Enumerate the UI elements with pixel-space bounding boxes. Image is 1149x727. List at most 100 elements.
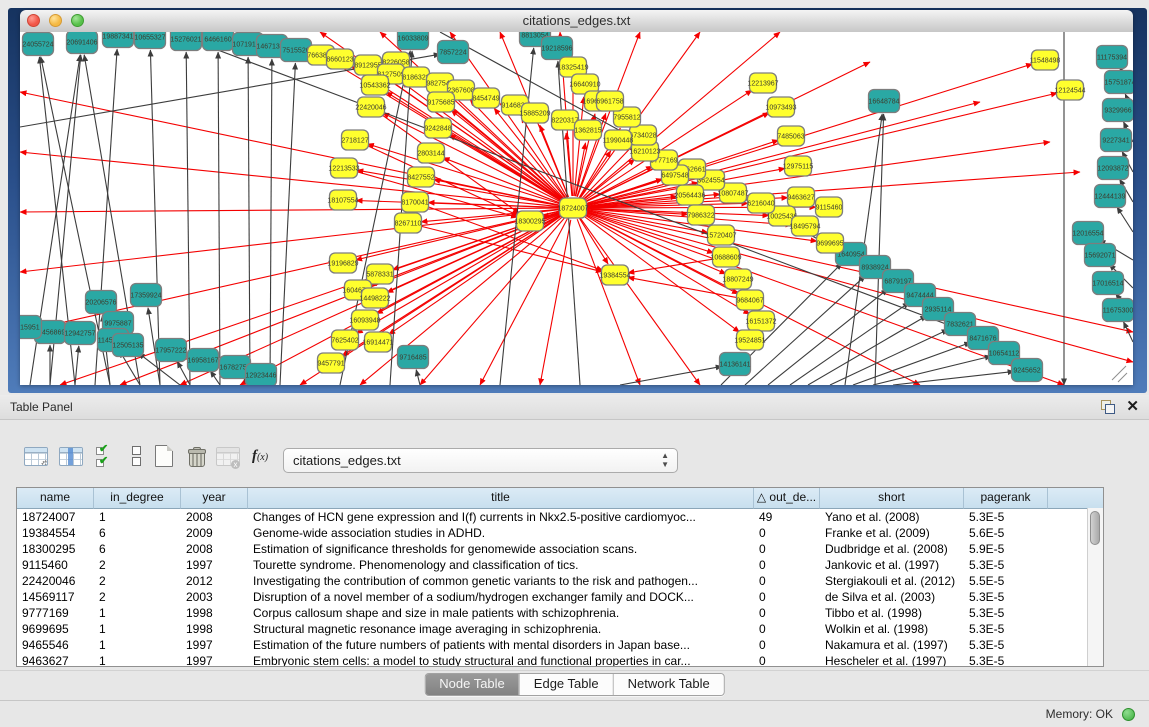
graph-node[interactable]: 2718127 (341, 130, 368, 150)
graph-node[interactable]: 17957222 (155, 339, 186, 362)
window-titlebar[interactable]: citations_edges.txt (20, 10, 1133, 33)
table-row[interactable]: 1872400712008Changes of HCN gene express… (17, 509, 1103, 525)
table-row[interactable]: 977716911998Corpus callosum shape and si… (17, 605, 1103, 621)
graph-node[interactable]: 7857224 (438, 41, 469, 64)
hide-columns-button[interactable] (122, 443, 150, 469)
graph-node[interactable]: 12942757 (64, 322, 95, 345)
table-row[interactable]: 1938455462009Genome-wide association stu… (17, 525, 1103, 541)
graph-node[interactable]: 19887341 (102, 32, 133, 48)
graph-node[interactable]: 8454749 (472, 88, 499, 108)
column-header-name[interactable]: name (17, 488, 94, 509)
graph-node[interactable]: 8267110 (395, 213, 422, 233)
column-header-pagerank[interactable]: pagerank (964, 488, 1048, 509)
graph-node[interactable]: 18724007 (557, 198, 588, 218)
graph-node[interactable]: 8660123 (326, 49, 353, 69)
column-header-short[interactable]: short (820, 488, 964, 509)
graph-node[interactable]: 18300295 (514, 211, 545, 231)
graph-node[interactable]: 12505135 (112, 334, 143, 357)
graph-node[interactable]: 16958167 (187, 349, 218, 372)
graph-node[interactable]: 15720407 (705, 225, 736, 245)
table-row[interactable]: 969969511998Structural magnetic resonanc… (17, 621, 1103, 637)
graph-node[interactable]: 9115460 (816, 197, 843, 217)
graph-node[interactable]: 11175394 (1097, 46, 1128, 69)
column-header-in_degree[interactable]: in_degree (94, 488, 181, 509)
graph-node[interactable]: 22420046 (355, 97, 386, 117)
graph-node[interactable]: 9245652 (1012, 359, 1043, 382)
graph-node[interactable]: 16914471 (362, 332, 393, 352)
graph-node[interactable]: 7625402 (331, 330, 358, 350)
network-canvas[interactable]: 2405572420691406198873411065532715276021… (20, 32, 1133, 385)
zoom-window-icon[interactable] (71, 14, 84, 27)
graph-node[interactable]: 2803144 (417, 143, 444, 163)
graph-node[interactable]: 12923446 (245, 364, 276, 386)
graph-node[interactable]: 16033809 (397, 32, 428, 50)
graph-node[interactable]: 12213967 (747, 73, 778, 93)
float-panel-icon[interactable] (1101, 400, 1115, 414)
import-table-button[interactable]: x (214, 443, 242, 469)
column-header-title[interactable]: title (248, 488, 754, 509)
graph-node[interactable]: 18807249 (722, 269, 753, 289)
delete-table-button[interactable] (182, 443, 210, 469)
graph-node[interactable]: 20691406 (66, 32, 97, 54)
graph-node[interactable]: 6216040 (747, 193, 774, 213)
graph-node[interactable]: 9716485 (398, 346, 429, 369)
graph-node[interactable]: 9457791 (317, 353, 344, 373)
graph-node[interactable]: 19218596 (541, 37, 572, 60)
graph-node[interactable]: 12016554 (1072, 222, 1103, 245)
minimize-window-icon[interactable] (49, 14, 62, 27)
close-window-icon[interactable] (27, 14, 40, 27)
graph-node[interactable]: 12124544 (1054, 80, 1085, 100)
graph-node[interactable]: 7485063 (777, 126, 804, 146)
table-row[interactable]: 946362711997Embryonic stem cells: a mode… (17, 653, 1103, 667)
table-row[interactable]: 1830029562008Estimation of significance … (17, 541, 1103, 557)
graph-node[interactable]: 5878331 (366, 264, 393, 284)
graph-node[interactable]: 9463627 (787, 187, 814, 207)
graph-node[interactable]: 12213533 (328, 158, 359, 178)
graph-node[interactable]: 17359924 (130, 284, 161, 307)
table-row[interactable]: 1456911722003Disruption of a novel membe… (17, 589, 1103, 605)
graph-node[interactable]: 7986322 (687, 205, 714, 225)
graph-node[interactable]: 12444139 (1094, 185, 1125, 208)
show-columns-button[interactable] (57, 443, 85, 469)
graph-node[interactable]: 9175685 (427, 92, 454, 112)
graph-node[interactable]: 9699695 (816, 233, 843, 253)
graph-node[interactable]: 15692071 (1084, 244, 1115, 267)
graph-node[interactable]: 10973493 (765, 97, 796, 117)
graph-node[interactable]: 18107554 (327, 190, 358, 210)
graph-node[interactable]: 16648784 (868, 90, 899, 113)
graph-node[interactable]: 15276021 (170, 32, 201, 51)
graph-node[interactable]: 15751874 (1104, 71, 1133, 94)
graph-node[interactable]: 8427552 (407, 167, 434, 187)
table-row[interactable]: 911546021997Tourette syndrome. Phenomeno… (17, 557, 1103, 573)
graph-node[interactable]: 20564436 (674, 185, 705, 205)
graph-node[interactable]: 1362815 (574, 120, 601, 140)
graph-node[interactable]: 3915951 (20, 316, 42, 339)
tab-node-table[interactable]: Node Table (425, 674, 519, 695)
graph-node[interactable]: 19384554 (599, 265, 630, 285)
graph-node[interactable]: 14136141 (719, 353, 750, 376)
graph-node[interactable]: 12975115 (783, 156, 814, 176)
graph-node[interactable]: 9684067 (736, 290, 763, 310)
table-scrollbar[interactable] (1087, 508, 1103, 666)
graph-node[interactable]: 16093948 (349, 310, 380, 330)
column-header-year[interactable]: year (181, 488, 248, 509)
scrollbar-thumb[interactable] (1090, 511, 1100, 545)
close-panel-icon[interactable]: ✕ (1126, 398, 1139, 416)
graph-node[interactable]: 10655327 (134, 32, 165, 49)
graph-node[interactable]: 19196829 (327, 253, 358, 273)
graph-node[interactable]: 14498222 (359, 288, 390, 308)
graph-node[interactable]: 6961758 (596, 91, 623, 111)
graph-node[interactable]: 19524851 (734, 330, 765, 350)
select-columns-button[interactable]: ✔ ✔ (90, 443, 118, 469)
function-builder-button[interactable]: f(x) (246, 443, 274, 469)
graph-node[interactable]: 12093872 (1097, 157, 1128, 180)
graph-node[interactable]: 16151372 (745, 311, 776, 331)
graph-node[interactable]: 11990448 (603, 130, 634, 150)
tab-network-table[interactable]: Network Table (613, 674, 724, 695)
graph-node[interactable]: 10543362 (359, 75, 390, 95)
tab-edge-table[interactable]: Edge Table (519, 674, 613, 695)
graph-node[interactable]: 20206576 (85, 291, 116, 314)
graph-node[interactable]: 6466160 (203, 32, 234, 51)
table-select-dropdown[interactable]: citations_edges.txt ▲▼ (283, 448, 678, 473)
graph-node[interactable]: 9242848 (424, 118, 451, 138)
